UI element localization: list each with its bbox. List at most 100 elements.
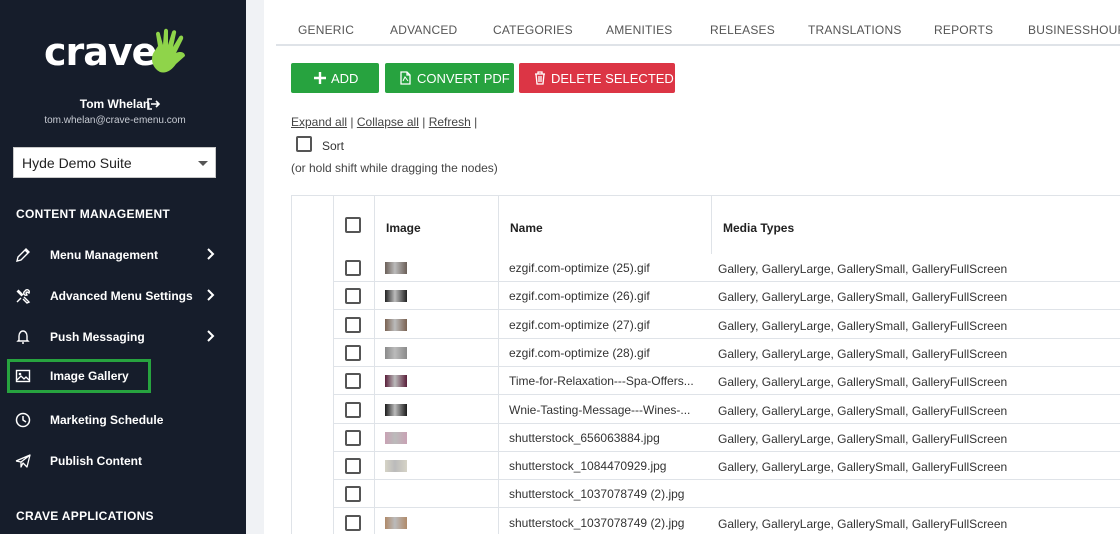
sidebar-item-menu-management[interactable]: Menu Management — [7, 238, 237, 272]
link-separator: | — [474, 115, 478, 129]
chevron-right-icon — [207, 248, 215, 260]
sidebar-item-label: Menu Management — [50, 248, 159, 262]
table-row[interactable]: shutterstock_1084470929.jpg Gallery, Gall… — [334, 452, 1120, 481]
chevron-right-icon — [207, 330, 215, 342]
tab-generic[interactable]: GENERIC — [298, 23, 354, 37]
row-checkbox[interactable] — [345, 260, 361, 276]
tab-releases[interactable]: RELEASES — [710, 23, 775, 37]
cell-media-types: Gallery, GalleryLarge, GallerySmall, Gal… — [718, 262, 1008, 276]
plus-icon — [314, 72, 326, 84]
image-thumbnail[interactable] — [385, 516, 407, 529]
pencil-icon — [16, 248, 30, 262]
bell-icon — [16, 330, 30, 344]
sidebar-item-advanced-menu-settings[interactable]: Advanced Menu Settings — [7, 279, 237, 313]
paper-plane-icon — [15, 454, 31, 468]
image-thumbnail[interactable] — [385, 375, 407, 388]
section-title-crave-applications: CRAVE APPLICATIONS — [16, 509, 154, 523]
cell-name: ezgif.com-optimize (26).gif — [509, 289, 650, 304]
tab-bar: GENERIC ADVANCED CATEGORIES AMENITIES RE… — [276, 0, 1120, 46]
tab-amenities[interactable]: AMENITIES — [606, 23, 672, 37]
image-thumbnail[interactable] — [385, 403, 407, 416]
column-divider — [711, 196, 712, 254]
cell-media-types: Gallery, GalleryLarge, GallerySmall, Gal… — [718, 431, 1008, 446]
table-row[interactable]: ezgif.com-optimize (26).gif Gallery, Gall… — [334, 282, 1120, 311]
convert-pdf-button-label: CONVERT PDF — [417, 71, 510, 86]
row-checkbox[interactable] — [345, 514, 361, 531]
cell-media-types: Gallery, GalleryLarge, GallerySmall, Gal… — [718, 318, 1008, 333]
hand-icon — [152, 28, 185, 73]
image-table: Image Name Media Types ezgif.com-optimiz… — [291, 195, 1120, 534]
row-checkbox[interactable] — [345, 344, 361, 361]
row-checkbox[interactable] — [345, 458, 361, 475]
logout-icon[interactable] — [147, 98, 161, 110]
sidebar-item-marketing-schedule[interactable]: Marketing Schedule — [7, 403, 237, 437]
sidebar-item-publish-content[interactable]: Publish Content — [7, 444, 237, 478]
cell-name: shutterstock_1084470929.jpg — [509, 459, 667, 474]
image-thumbnail[interactable] — [385, 346, 407, 359]
image-icon — [15, 369, 31, 383]
table-row[interactable]: shutterstock_1037078749 (2).jpg — [334, 480, 1120, 509]
tab-translations[interactable]: TRANSLATIONS — [808, 23, 902, 37]
image-thumbnail[interactable] — [385, 460, 407, 473]
sidebar-item-label: Image Gallery — [50, 369, 129, 383]
tree-links: Expand all | Collapse all | Refresh | — [291, 115, 477, 129]
add-button[interactable]: ADD — [291, 63, 379, 93]
table-row[interactable]: Wnie-Tasting-Message---Wines-... Gallery,… — [334, 396, 1120, 424]
suite-select[interactable]: Hyde Demo Suite — [13, 147, 216, 178]
image-thumbnail[interactable] — [385, 262, 407, 274]
tab-advanced[interactable]: ADVANCED — [390, 23, 457, 37]
table-row[interactable]: ezgif.com-optimize (28).gif Gallery, Gall… — [334, 339, 1120, 367]
logo-text: crave — [44, 30, 157, 74]
chevron-down-icon — [198, 161, 208, 166]
suite-select-value: Hyde Demo Suite — [22, 155, 132, 171]
cell-name: Time-for-Relaxation---Spa-Offers... — [509, 374, 694, 389]
collapse-all-link[interactable]: Collapse all — [357, 115, 419, 129]
tab-businesshours[interactable]: BUSINESSHOURS — [1028, 23, 1120, 37]
trash-icon — [535, 71, 545, 85]
table-row[interactable]: ezgif.com-optimize (25).gif Gallery, Gall… — [334, 254, 1120, 282]
expand-all-link[interactable]: Expand all — [291, 115, 347, 129]
crave-logo[interactable]: crave — [44, 28, 194, 74]
table-row[interactable]: ezgif.com-optimize (27).gif Gallery, Gall… — [334, 311, 1120, 339]
cell-media-types: Gallery, GalleryLarge, GallerySmall, Gal… — [718, 403, 1008, 418]
tools-icon — [16, 289, 31, 304]
cell-name: shutterstock_1037078749 (2).jpg — [509, 515, 685, 530]
convert-pdf-button[interactable]: CONVERT PDF — [385, 63, 514, 93]
sidebar-item-label: Advanced Menu Settings — [50, 289, 193, 303]
cell-name: ezgif.com-optimize (27).gif — [509, 317, 650, 332]
add-button-label: ADD — [331, 71, 359, 86]
sort-checkbox[interactable] — [296, 136, 312, 152]
refresh-link[interactable]: Refresh — [429, 115, 471, 129]
sidebar-item-push-messaging[interactable]: Push Messaging — [7, 320, 237, 354]
user-email: tom.whelan@crave-emenu.com — [44, 115, 186, 126]
tab-categories[interactable]: CATEGORIES — [493, 23, 573, 37]
delete-selected-button-label: DELETE SELECTED — [551, 71, 674, 86]
row-checkbox[interactable] — [345, 288, 361, 305]
section-title-content-management: CONTENT MANAGEMENT — [16, 207, 171, 221]
row-checkbox[interactable] — [345, 316, 361, 333]
user-name: Tom Whelan — [79, 97, 151, 111]
cell-media-types: Gallery, GalleryLarge, GallerySmall, Gal… — [718, 460, 1008, 475]
image-thumbnail[interactable] — [385, 290, 407, 303]
row-checkbox[interactable] — [345, 486, 361, 503]
link-separator: | — [350, 115, 354, 129]
row-checkbox[interactable] — [345, 373, 361, 390]
table-row[interactable]: shutterstock_656063884.jpg Gallery, Galle… — [334, 424, 1120, 452]
main-panel: GENERIC ADVANCED CATEGORIES AMENITIES RE… — [264, 0, 1120, 534]
link-separator: | — [422, 115, 426, 129]
image-thumbnail[interactable] — [385, 318, 407, 331]
column-header-image: Image — [386, 221, 421, 235]
row-checkbox[interactable] — [345, 401, 361, 418]
row-checkbox[interactable] — [345, 429, 361, 446]
table-row[interactable]: shutterstock_1037078749 (2).jpg Gallery, … — [334, 509, 1120, 534]
cell-media-types: Gallery, GalleryLarge, GallerySmall, Gal… — [718, 375, 1008, 390]
table-row[interactable]: Time-for-Relaxation---Spa-Offers... Galle… — [334, 367, 1120, 396]
select-all-checkbox[interactable] — [345, 217, 361, 233]
cell-name: ezgif.com-optimize (25).gif — [509, 261, 650, 275]
delete-selected-button[interactable]: DELETE SELECTED — [519, 63, 675, 93]
cell-media-types: Gallery, GalleryLarge, GallerySmall, Gal… — [718, 516, 1008, 531]
image-thumbnail[interactable] — [385, 431, 407, 444]
cell-name: shutterstock_656063884.jpg — [509, 430, 660, 445]
sidebar-item-image-gallery[interactable]: Image Gallery — [7, 359, 151, 393]
tab-reports[interactable]: REPORTS — [934, 23, 993, 37]
